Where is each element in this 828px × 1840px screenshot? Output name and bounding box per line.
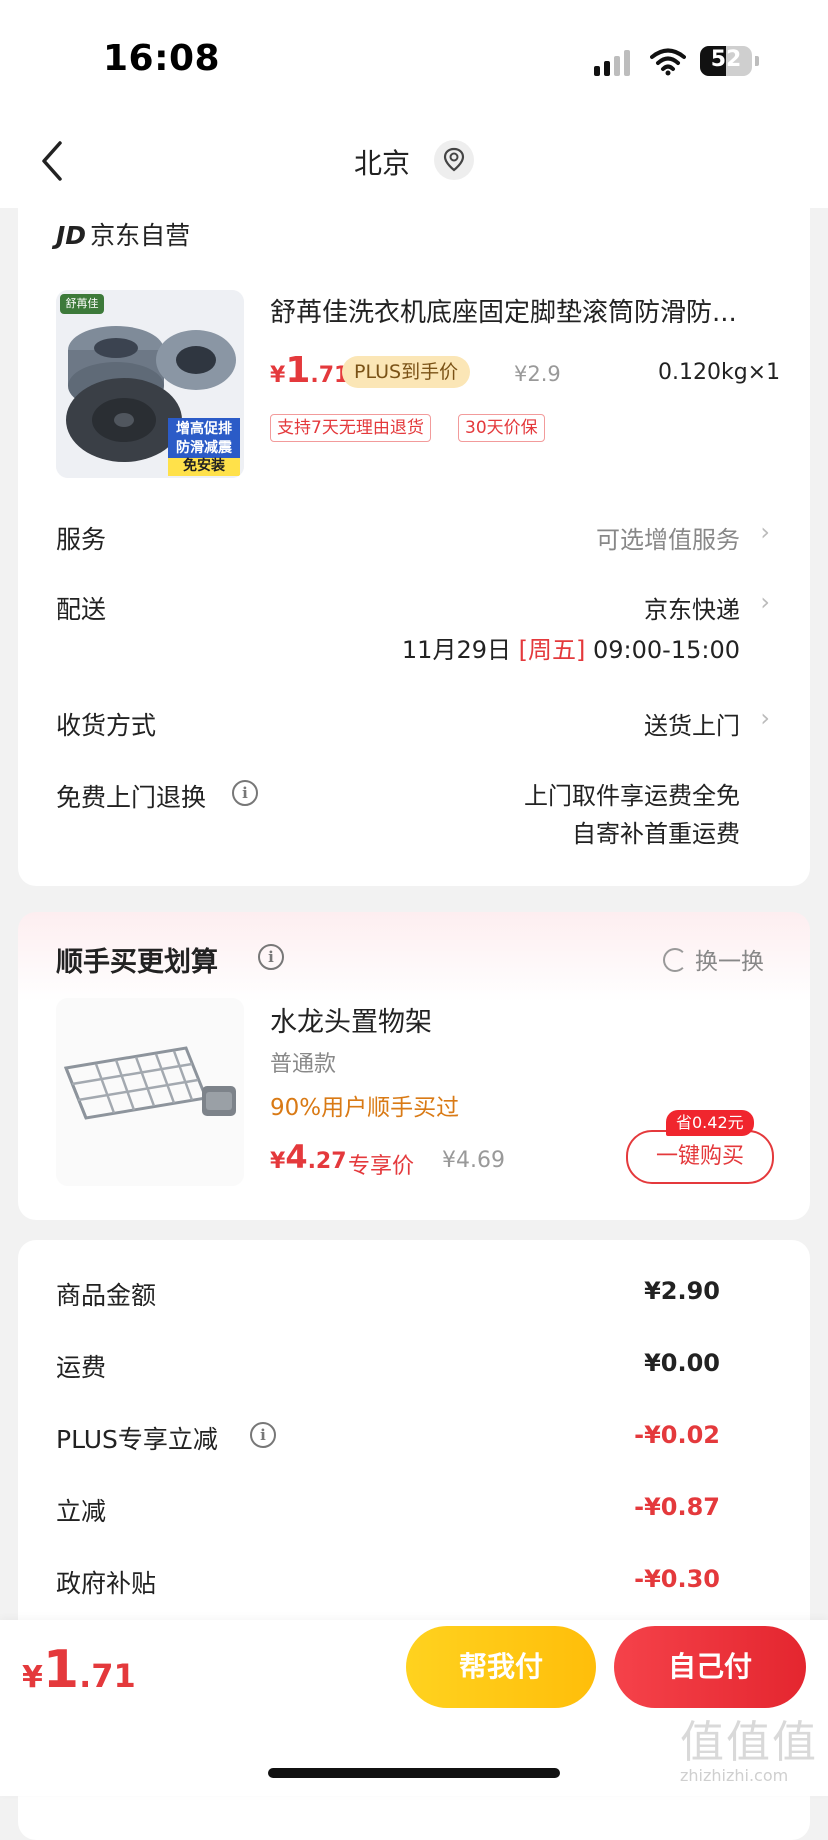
free-return-label: 免费上门退换: [56, 783, 207, 812]
plus-price-tag: PLUS到手价: [342, 356, 471, 388]
shop-name[interactable]: JD 京东自营: [56, 216, 190, 252]
receive-method-value[interactable]: 送货上门: [644, 706, 740, 741]
exclusive-price-label: 专享价: [348, 1154, 415, 1179]
total-price: ¥1.71: [22, 1640, 136, 1700]
location-pin-icon: [443, 147, 465, 172]
upsell-original-price: ¥4.69: [442, 1148, 505, 1173]
goods-amount-label: 商品金额: [56, 1281, 157, 1310]
pay-myself-button[interactable]: 自己付: [614, 1626, 806, 1708]
jd-logo: JD: [56, 221, 87, 250]
wifi-icon: [650, 48, 686, 76]
goods-amount-value: ¥2.90: [644, 1277, 720, 1305]
home-indicator[interactable]: [268, 1768, 560, 1778]
upsell-product-image[interactable]: [56, 998, 244, 1186]
upsell-title: 顺手买更划算: [56, 947, 218, 978]
watermark-url: zhizhizhi.com: [680, 1766, 789, 1785]
free-return-line2: 自寄补首重运费: [572, 820, 740, 848]
plus-discount-value: -¥0.02: [634, 1421, 720, 1449]
free-return-line1: 上门取件享运费全免: [524, 782, 740, 810]
refresh-icon: [663, 948, 687, 972]
upsell-card: 顺手买更划算 i 换一换 水龙头置物架 普通款 90%用户顺手买过 ¥4.27 …: [18, 912, 810, 1220]
instant-discount-value: -¥0.87: [634, 1493, 720, 1521]
receive-method-label: 收货方式: [56, 711, 157, 740]
chevron-right-icon[interactable]: ›: [760, 518, 770, 546]
product-image[interactable]: 舒苒佳 增高促排 防滑减震 免安装: [56, 290, 244, 478]
swap-button[interactable]: 换一换: [663, 942, 764, 976]
gov-subsidy-label: 政府补贴: [56, 1569, 157, 1598]
chevron-right-icon[interactable]: ›: [760, 588, 770, 616]
upsell-product-spec: 普通款: [270, 1052, 337, 1077]
info-icon[interactable]: i: [250, 1422, 276, 1448]
product-weight-qty: 0.120kg×1: [658, 360, 781, 385]
upsell-price: ¥4.27: [270, 1138, 347, 1176]
cell-signal-icon: [594, 50, 630, 76]
delivery-value[interactable]: 京东快递: [644, 590, 740, 625]
service-label: 服务: [56, 525, 107, 554]
shipping-fee-label: 运费: [56, 1353, 107, 1382]
chevron-right-icon[interactable]: ›: [760, 704, 770, 732]
checkout-bar: ¥1.71 帮我付 自己付 值值值 zhizhizhi.com: [0, 1620, 828, 1796]
status-time: 16:08: [103, 38, 221, 79]
status-bar: 16:08 52: [0, 0, 828, 120]
original-price: ¥2.9: [514, 362, 561, 386]
order-product-card: JD 京东自营 舒苒佳 增高促排 防滑减震 免安装 舒苒佳洗衣机底座固定脚垫滚筒防…: [18, 190, 810, 886]
return-policy-tag: 支持7天无理由退货: [270, 414, 431, 442]
image-caption-badge: 免安装: [183, 458, 225, 474]
location-button[interactable]: [434, 140, 474, 180]
image-brand-label: 舒苒佳: [65, 297, 99, 310]
faucet-rack-image: [56, 998, 244, 1186]
service-value[interactable]: 可选增值服务: [596, 520, 740, 555]
watermark: 值值值: [680, 1717, 818, 1768]
battery-icon: 52: [700, 46, 752, 76]
image-caption: 增高促排 防滑减震: [176, 421, 232, 456]
savings-badge: 省0.42元: [666, 1110, 754, 1136]
shipping-fee-value: ¥0.00: [644, 1349, 720, 1377]
one-click-buy-button[interactable]: 一键购买: [626, 1130, 774, 1184]
delivery-schedule[interactable]: 11月29日 [周五] 09:00-15:00: [402, 630, 740, 665]
delivery-label: 配送: [56, 595, 107, 624]
price-protect-tag: 30天价保: [458, 414, 545, 442]
product-price: ¥1.71: [270, 350, 350, 391]
info-icon[interactable]: i: [232, 780, 258, 806]
help-me-pay-button[interactable]: 帮我付: [406, 1626, 596, 1708]
plus-discount-label: PLUS专享立减: [56, 1425, 218, 1454]
product-title[interactable]: 舒苒佳洗衣机底座固定脚垫滚筒防滑防...: [270, 292, 770, 329]
battery-level: 52: [710, 47, 742, 72]
upsell-product-name[interactable]: 水龙头置物架: [270, 1000, 432, 1039]
instant-discount-label: 立减: [56, 1497, 107, 1526]
upsell-bought-rate: 90%用户顺手买过: [270, 1095, 460, 1121]
nav-title-city[interactable]: 北京: [354, 142, 410, 182]
chevron-left-icon[interactable]: [40, 140, 64, 182]
gov-subsidy-value: -¥0.30: [634, 1565, 720, 1593]
info-icon[interactable]: i: [258, 944, 284, 970]
